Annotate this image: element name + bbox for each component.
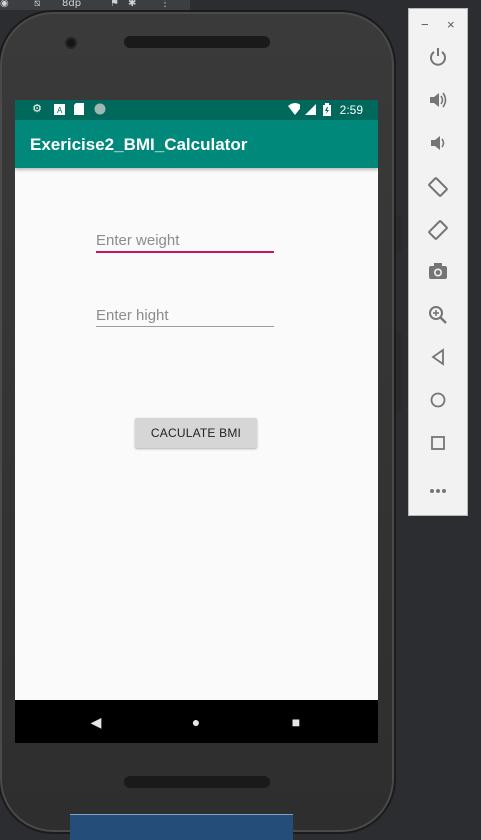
more-icon[interactable]: ⋮ — [160, 0, 170, 9]
height-input[interactable] — [96, 307, 274, 326]
home-circle-icon[interactable] — [425, 391, 451, 417]
camera-icon — [67, 39, 75, 47]
magic-icon[interactable]: ✱ — [128, 0, 136, 9]
power-icon[interactable] — [425, 47, 451, 73]
height-underline — [96, 326, 274, 327]
rotate-right-icon[interactable] — [425, 219, 451, 245]
bottom-speaker — [124, 776, 270, 788]
battery-icon — [321, 102, 333, 116]
phone-frame: ⚙ A 2:59 Exericise2_BMI_Calculator Enter… — [0, 10, 402, 834]
status-bar: ⚙ A 2:59 — [15, 100, 378, 120]
clock: 2:59 — [339, 103, 363, 117]
app-title: Exericise2_BMI_Calculator — [30, 135, 248, 154]
app-bar: Exericise2_BMI_Calculator — [15, 120, 378, 168]
close-icon[interactable]: × — [447, 17, 455, 32]
wifi-icon — [288, 103, 300, 115]
top-speaker — [124, 36, 270, 48]
svg-text:A: A — [57, 106, 63, 115]
zoom-icon[interactable] — [425, 305, 451, 331]
eye-icon[interactable]: ◉ — [0, 0, 9, 9]
volume-down-icon[interactable] — [425, 133, 451, 159]
weight-input[interactable] — [96, 232, 274, 251]
volume-side-button[interactable] — [396, 332, 402, 412]
settings-icon: ⚙ — [32, 103, 42, 115]
constraint-icon[interactable]: ⚑ — [110, 0, 119, 9]
device-screen: ⚙ A 2:59 Exericise2_BMI_Calculator Enter… — [15, 100, 378, 743]
a-icon: A — [53, 103, 65, 115]
overview-square-icon[interactable] — [425, 434, 451, 460]
height-field[interactable] — [96, 307, 274, 327]
sd-card-icon — [73, 103, 85, 115]
layout-icon[interactable]: ⧅ — [34, 0, 40, 9]
calculate-bmi-button[interactable]: CACULATE BMI — [135, 418, 257, 448]
navigation-bar: ◀ ● ■ — [15, 700, 378, 743]
signal-icon — [304, 103, 316, 115]
back-icon[interactable]: ◀ — [87, 713, 105, 731]
emulator-panel: − × — [408, 8, 468, 516]
power-side-button[interactable] — [396, 217, 402, 253]
camera-screenshot-icon[interactable] — [425, 262, 451, 288]
ide-toolbar: ◉ ⧅ 8dp ⚑ ✱ ⋮ — [0, 0, 190, 10]
sync-icon — [94, 103, 106, 115]
minimize-icon[interactable]: − — [421, 17, 429, 32]
back-triangle-icon[interactable] — [425, 348, 451, 374]
more-options-icon[interactable] — [425, 477, 451, 503]
home-icon[interactable]: ● — [187, 713, 205, 731]
ide-bottom-panel — [70, 814, 293, 840]
rotate-left-icon[interactable] — [425, 176, 451, 202]
ide-toolbar-text[interactable]: 8dp — [62, 0, 81, 9]
weight-field[interactable] — [96, 232, 274, 253]
recents-icon[interactable]: ■ — [287, 713, 305, 731]
volume-up-icon[interactable] — [425, 90, 451, 116]
weight-underline — [96, 251, 274, 253]
